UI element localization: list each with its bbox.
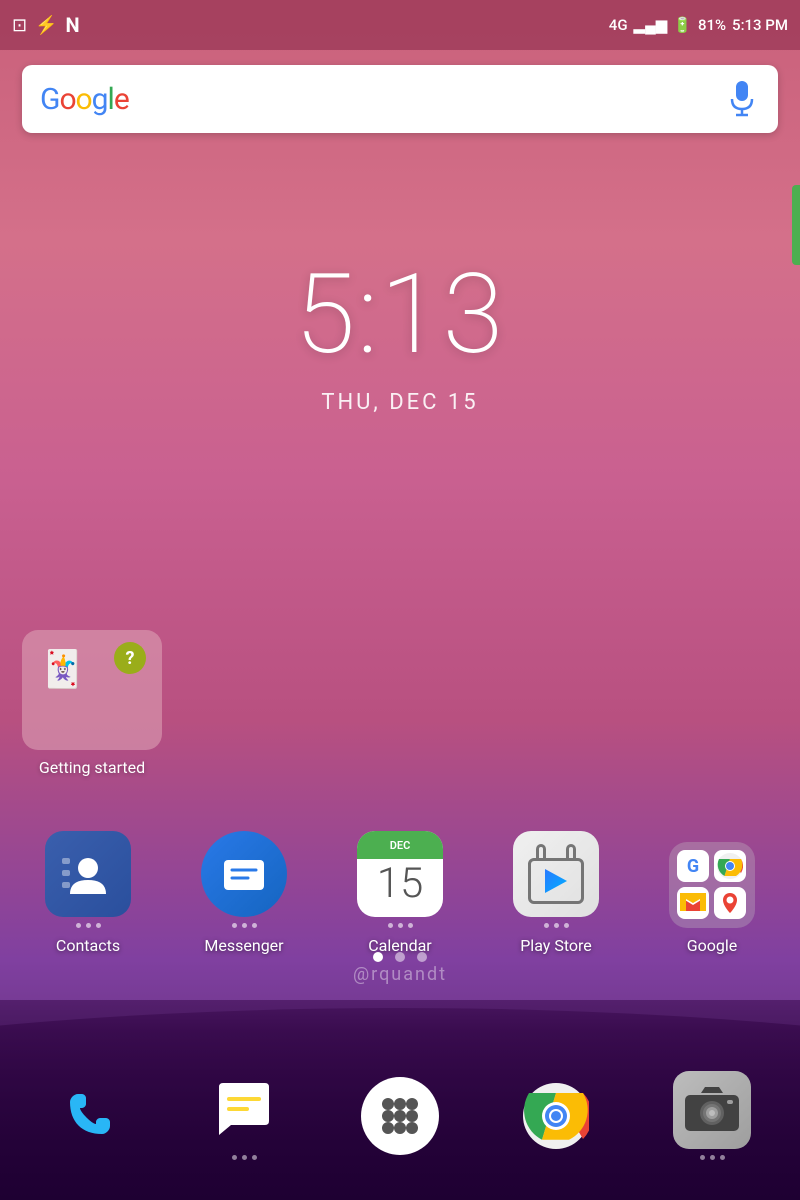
playstore-icon	[513, 831, 599, 917]
battery-icon: 🔋	[673, 16, 692, 34]
watermark: @rquandt	[0, 964, 800, 985]
status-bar: ⊡ ⚡ N 4G ▂▄▆ 🔋 81% 5:13 PM	[0, 0, 800, 50]
chrome-folder-icon	[714, 850, 746, 882]
playstore-dots	[544, 923, 569, 928]
app-item-playstore[interactable]: Play Store	[491, 831, 621, 955]
image-icon: ⊡	[12, 15, 27, 36]
question-icon: ?	[114, 642, 146, 674]
flash-icon: ⚡	[35, 15, 57, 36]
app-item-contacts[interactable]: Contacts	[23, 831, 153, 955]
dock-item-camera[interactable]	[673, 1071, 751, 1160]
getting-started-label: Getting started	[22, 758, 162, 777]
home-clock-date: THU, DEC 15	[0, 390, 800, 415]
maps-folder-icon	[714, 887, 746, 919]
messenger-dots	[232, 923, 257, 928]
page-dots	[0, 952, 800, 962]
app-item-calendar[interactable]: DEC 15 Calendar	[335, 831, 465, 955]
page-dot-3[interactable]	[417, 952, 427, 962]
camera-dots	[700, 1155, 725, 1160]
messages-dots	[232, 1155, 257, 1160]
app-item-messenger[interactable]: Messenger	[179, 831, 309, 955]
google-folder-icon: G	[669, 842, 755, 928]
battery-percent: 81%	[698, 16, 726, 34]
getting-started-widget[interactable]: 🃏 ? Getting started	[22, 630, 162, 777]
page-dot-2[interactable]	[395, 952, 405, 962]
status-right-info: 4G ▂▄▆ 🔋 81% 5:13 PM	[609, 16, 788, 34]
calendar-dots	[388, 923, 413, 928]
play-store-bag	[528, 844, 584, 904]
cards-icon: 🃏	[40, 648, 85, 690]
network-type: 4G	[609, 16, 628, 34]
calendar-icon: DEC 15	[357, 831, 443, 917]
n-icon: N	[66, 13, 80, 37]
google-g-icon: G	[677, 850, 709, 882]
main-app-row: Contacts Messenger DEC 15 Calendar	[0, 831, 800, 955]
widget-box: 🃏 ?	[22, 630, 162, 750]
google-logo: Google	[40, 82, 129, 117]
dock-item-chrome[interactable]	[517, 1077, 595, 1155]
home-clock-time: 5:13	[0, 250, 800, 379]
page-dot-1[interactable]	[373, 952, 383, 962]
dock-item-messages[interactable]	[205, 1071, 283, 1160]
messages-icon	[205, 1071, 283, 1149]
apps-drawer-icon	[361, 1077, 439, 1155]
mic-icon[interactable]	[724, 81, 760, 117]
bottom-dock	[0, 1071, 800, 1160]
contacts-icon	[45, 831, 131, 917]
google-search-bar[interactable]: Google	[22, 65, 778, 133]
gmail-folder-icon	[677, 887, 709, 919]
cal-number: 15	[377, 859, 424, 905]
dock-item-apps[interactable]	[361, 1077, 439, 1155]
chrome-icon	[517, 1077, 595, 1155]
clock-status: 5:13 PM	[732, 16, 788, 34]
messenger-icon	[201, 831, 287, 917]
phone-icon	[49, 1077, 127, 1155]
dock-item-phone[interactable]	[49, 1077, 127, 1155]
camera-icon	[673, 1071, 751, 1149]
app-item-google[interactable]: G	[647, 842, 777, 955]
cal-header: DEC	[357, 831, 443, 859]
contacts-dots	[76, 923, 101, 928]
status-left-icons: ⊡ ⚡ N	[12, 13, 80, 37]
signal-bars: ▂▄▆	[634, 16, 668, 34]
